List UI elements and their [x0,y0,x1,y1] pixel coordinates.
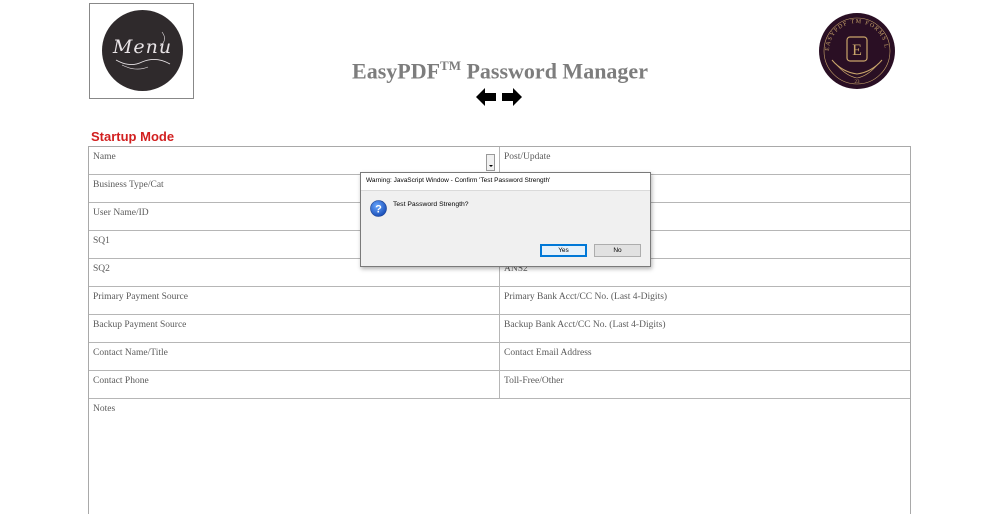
primary-bank-acct-field[interactable]: Primary Bank Acct/CC No. (Last 4-Digits) [500,287,910,314]
yes-button[interactable]: Yes [540,244,587,257]
field-label: Primary Bank Acct/CC No. (Last 4-Digits) [504,292,668,302]
arrow-left-icon[interactable] [476,88,496,106]
field-label: Toll-Free/Other [504,376,564,386]
field-label: Backup Payment Source [93,320,187,330]
logo-letter: E [852,42,862,59]
field-label: Contact Phone [93,376,149,386]
form-row: Primary Payment Source Primary Bank Acct… [89,287,910,315]
title-rest: Password Manager [460,58,648,84]
post-update-field[interactable]: Post/Update [500,147,910,174]
no-button[interactable]: No [594,244,641,257]
logo-number: 23 [855,80,861,85]
page-title: EasyPDFTM Password Manager [300,58,700,84]
backup-bank-acct-field[interactable]: Backup Bank Acct/CC No. (Last 4-Digits) [500,315,910,342]
name-dropdown-button[interactable] [486,154,495,171]
contact-email-field[interactable]: Contact Email Address [500,343,910,370]
notes-field[interactable]: Notes [89,399,910,515]
company-logo: EASYPDF TM FORMS LLC E 23 [818,12,895,89]
section-label: Startup Mode [91,129,175,144]
form-row: Backup Payment Source Backup Bank Acct/C… [89,315,910,343]
menu-button[interactable]: Menu [89,3,194,99]
notes-label: Notes [93,404,116,414]
toll-free-field[interactable]: Toll-Free/Other [500,371,910,398]
field-label: SQ2 [93,264,110,274]
backup-payment-field[interactable]: Backup Payment Source [89,315,500,342]
dialog-message: Test Password Strength? [393,201,469,208]
arrow-right-icon[interactable] [502,88,522,106]
field-label: Contact Name/Title [93,348,168,358]
form-row: Name Post/Update [89,147,910,175]
page-navigation [476,88,524,106]
menu-label: Menu [112,36,173,58]
field-label: User Name/ID [93,208,149,218]
field-label: Post/Update [504,152,551,162]
question-icon: ? [370,200,387,217]
menu-logo: Menu [102,10,183,91]
dialog-title-bar[interactable]: Warning: JavaScript Window - Confirm 'Te… [361,173,650,191]
title-trademark: TM [440,58,461,73]
field-label: Business Type/Cat [93,180,164,190]
confirm-dialog: Warning: JavaScript Window - Confirm 'Te… [360,172,651,267]
form-row: Contact Phone Toll-Free/Other [89,371,910,399]
field-label: Contact Email Address [504,348,592,358]
field-label: Name [93,152,116,162]
field-label: SQ1 [93,236,110,246]
title-main: EasyPDF [352,58,441,84]
contact-phone-field[interactable]: Contact Phone [89,371,500,398]
dialog-title: Warning: JavaScript Window - Confirm 'Te… [366,177,551,184]
field-label: Primary Payment Source [93,292,188,302]
form-row: Contact Name/Title Contact Email Address [89,343,910,371]
contact-name-field[interactable]: Contact Name/Title [89,343,500,370]
svg-text:?: ? [375,204,382,216]
primary-payment-field[interactable]: Primary Payment Source [89,287,500,314]
name-field[interactable]: Name [89,147,500,174]
field-label: Backup Bank Acct/CC No. (Last 4-Digits) [504,320,666,330]
